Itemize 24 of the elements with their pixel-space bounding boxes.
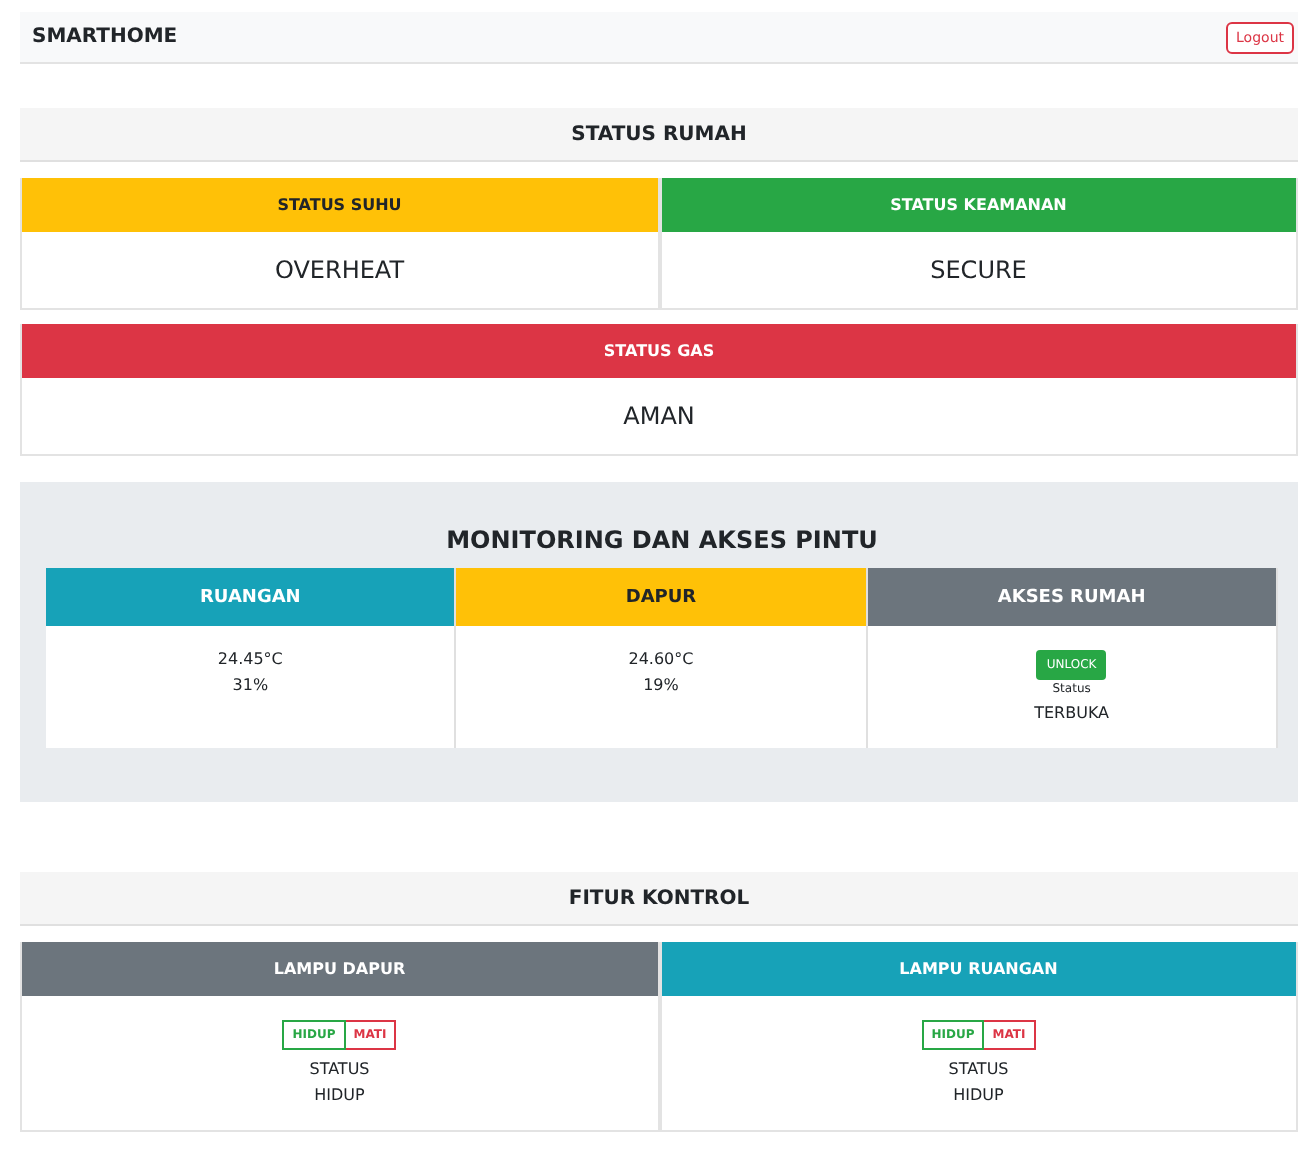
status-label: STATUS bbox=[309, 1057, 370, 1081]
section-title: STATUS RUMAH bbox=[571, 123, 747, 145]
column-header: AKSES RUMAH bbox=[867, 568, 1276, 626]
humidity-reading: 31% bbox=[232, 674, 269, 698]
card-header: STATUS SUHU bbox=[22, 178, 657, 232]
card-header: LAMPU DAPUR bbox=[22, 942, 657, 996]
status-value: AMAN bbox=[623, 402, 695, 430]
door-status: TERBUKA bbox=[1034, 702, 1110, 726]
lamp-status: HIDUP bbox=[953, 1083, 1004, 1107]
temperature-reading: 24.45°C bbox=[217, 648, 283, 672]
card-header: LAMPU RUANGAN bbox=[661, 942, 1296, 996]
status-value: SECURE bbox=[930, 256, 1027, 284]
brand[interactable]: SMARTHOME bbox=[32, 26, 178, 48]
card-header: STATUS GAS bbox=[22, 324, 1296, 378]
temperature-reading: 24.60°C bbox=[628, 648, 694, 672]
status-label: STATUS bbox=[948, 1057, 1009, 1081]
section-title: MONITORING DAN AKSES PINTU bbox=[446, 526, 878, 554]
lamp-status: HIDUP bbox=[314, 1083, 365, 1107]
column-header: RUANGAN bbox=[46, 568, 455, 626]
section-title: FITUR KONTROL bbox=[568, 887, 750, 909]
status-value: OVERHEAT bbox=[274, 256, 405, 284]
card-header: STATUS KEAMANAN bbox=[661, 178, 1296, 232]
column-header: DAPUR bbox=[456, 568, 866, 626]
humidity-reading: 19% bbox=[643, 674, 679, 698]
